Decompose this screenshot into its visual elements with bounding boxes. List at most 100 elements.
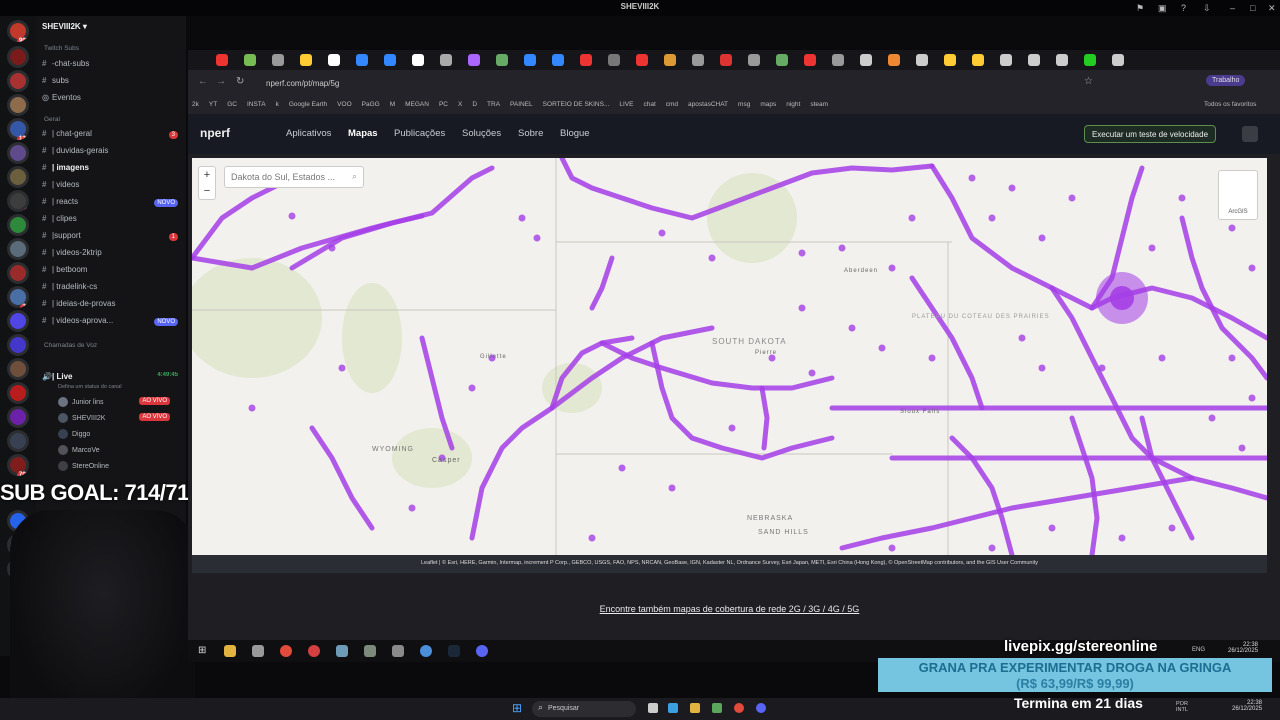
browser-tab[interactable] <box>776 54 788 66</box>
browser-tab[interactable] <box>468 54 480 66</box>
help-icon[interactable]: ? <box>1181 3 1186 13</box>
app-icon[interactable] <box>364 645 376 657</box>
browser-tab[interactable] <box>720 54 732 66</box>
browser-tab[interactable] <box>1000 54 1012 66</box>
bookmark-item[interactable]: maps <box>760 101 776 108</box>
channel-item[interactable]: # | tradelink-cs <box>42 282 182 297</box>
server-icon[interactable]: 126 <box>7 118 29 140</box>
server-icon[interactable] <box>7 262 29 284</box>
browser-tab[interactable] <box>524 54 536 66</box>
edge-icon[interactable] <box>668 703 678 713</box>
steam-icon[interactable] <box>448 645 460 657</box>
browser-tab[interactable] <box>412 54 424 66</box>
channel-item[interactable]: # subs <box>42 76 182 91</box>
browser-tab[interactable] <box>440 54 452 66</box>
channel-item[interactable]: # | betboom <box>42 265 182 280</box>
channel-item[interactable]: # | clipes <box>42 214 182 229</box>
channel-item[interactable]: # | ideias-de-provas <box>42 299 182 314</box>
channel-item[interactable]: # | videos-2ktrip <box>42 248 182 263</box>
discord-icon[interactable] <box>476 645 488 657</box>
folder-icon[interactable] <box>690 703 700 713</box>
browser-tab[interactable] <box>636 54 648 66</box>
bookmark-item[interactable]: chat <box>643 101 655 108</box>
bookmark-item[interactable]: GC <box>227 101 237 108</box>
server-icon[interactable] <box>7 382 29 404</box>
taskbar-search[interactable]: Pesquisar <box>532 701 636 717</box>
browser-tab[interactable] <box>972 54 984 66</box>
bookmark-item[interactable]: YT <box>209 101 217 108</box>
bookmark-item[interactable]: MEGAN <box>405 101 429 108</box>
speed-test-button[interactable]: Executar um teste de velocidade <box>1084 125 1216 143</box>
browser-tab[interactable] <box>552 54 564 66</box>
bookmark-item[interactable]: steam <box>810 101 828 108</box>
user-icon[interactable] <box>1242 126 1258 142</box>
browser-tab[interactable] <box>272 54 284 66</box>
chrome-icon[interactable] <box>734 703 744 713</box>
browser-tab[interactable] <box>944 54 956 66</box>
server-icon[interactable] <box>7 334 29 356</box>
bookmark-item[interactable]: PC <box>439 101 448 108</box>
browser-tab[interactable] <box>1084 54 1096 66</box>
browser-tab[interactable] <box>916 54 928 66</box>
bookmark-item[interactable]: D <box>472 101 477 108</box>
nav-item[interactable]: Sobre <box>518 128 543 139</box>
coverage-map[interactable]: SOUTH DAKOTA WYOMING NEBRASKA SAND HILLS Cas… <box>192 158 1267 555</box>
nav-item[interactable]: Soluções <box>462 128 501 139</box>
server-icon[interactable] <box>7 238 29 260</box>
back-icon[interactable]: ← <box>198 76 208 87</box>
browser-tab[interactable] <box>860 54 872 66</box>
browser-tab[interactable] <box>216 54 228 66</box>
chrome-icon[interactable] <box>420 645 432 657</box>
bookmark-item[interactable]: cmd <box>666 101 678 108</box>
basemap-toggle[interactable]: ArcGIS <box>1218 170 1258 220</box>
zoom-out-button[interactable]: − <box>199 183 215 199</box>
search-icon[interactable]: ⌕ <box>352 171 357 182</box>
voice-user[interactable]: Diggo <box>58 429 176 439</box>
store-icon[interactable] <box>252 645 264 657</box>
task-view-icon[interactable] <box>648 703 658 713</box>
server-icon[interactable]: 36 <box>7 286 29 308</box>
voice-status[interactable]: Defina um status do canal <box>58 384 122 390</box>
inbox-icon[interactable]: ▣ <box>1158 3 1167 14</box>
browser-tab[interactable] <box>300 54 312 66</box>
browser-tab[interactable] <box>1028 54 1040 66</box>
category-twitch[interactable]: Twitch Subs <box>44 45 79 52</box>
star-icon[interactable]: ☆ <box>1084 76 1093 87</box>
bookmark-item[interactable]: PAINEL <box>510 101 533 108</box>
browser-tab[interactable] <box>664 54 676 66</box>
inner-lang[interactable]: ENG <box>1192 647 1205 653</box>
server-icon[interactable] <box>7 46 29 68</box>
windows-start-icon[interactable]: ⊞ <box>512 701 522 715</box>
coverage-maps-link[interactable]: Encontre também mapas de cobertura de re… <box>192 604 1267 614</box>
channel-item[interactable]: # | videos-aprova... NOVO <box>42 316 182 331</box>
channel-item[interactable]: # | videos <box>42 180 182 195</box>
channel-item[interactable]: # -chat-subs <box>42 59 182 74</box>
opera-icon[interactable] <box>308 645 320 657</box>
bookmark-item[interactable]: TRA <box>487 101 500 108</box>
zoom-in-button[interactable]: + <box>199 167 215 183</box>
store-icon[interactable] <box>712 703 722 713</box>
profile-button[interactable]: Trabalho <box>1206 75 1246 86</box>
browser-tab[interactable] <box>692 54 704 66</box>
server-icon[interactable] <box>7 358 29 380</box>
server-icon[interactable] <box>7 214 29 236</box>
browser-tab[interactable] <box>888 54 900 66</box>
server-icon[interactable] <box>7 142 29 164</box>
bookmark-item[interactable]: VOO <box>337 101 351 108</box>
server-icon[interactable] <box>7 70 29 92</box>
minimize-icon[interactable]: – <box>1230 3 1235 13</box>
close-icon[interactable]: ✕ <box>1268 3 1276 14</box>
category-geral[interactable]: Geral <box>44 116 60 123</box>
channel-item[interactable]: # | imagens <box>42 163 182 178</box>
reload-icon[interactable]: ↻ <box>236 76 244 87</box>
server-header[interactable]: SHEVIII2K ▾ <box>42 22 182 37</box>
nav-item[interactable]: Blogue <box>560 128 590 139</box>
app-icon[interactable] <box>336 645 348 657</box>
bookmark-item[interactable]: PaGG <box>362 101 380 108</box>
map-search-input[interactable]: Dakota do Sul, Estados ... ⌕ <box>224 166 364 188</box>
maximize-icon[interactable]: □ <box>1250 3 1255 13</box>
channel-item[interactable]: # | reacts NOVO <box>42 197 182 212</box>
taskbar-lang[interactable]: POR INTL <box>1176 701 1190 713</box>
bookmark-item[interactable]: k <box>276 101 279 108</box>
folder-icon[interactable] <box>224 645 236 657</box>
